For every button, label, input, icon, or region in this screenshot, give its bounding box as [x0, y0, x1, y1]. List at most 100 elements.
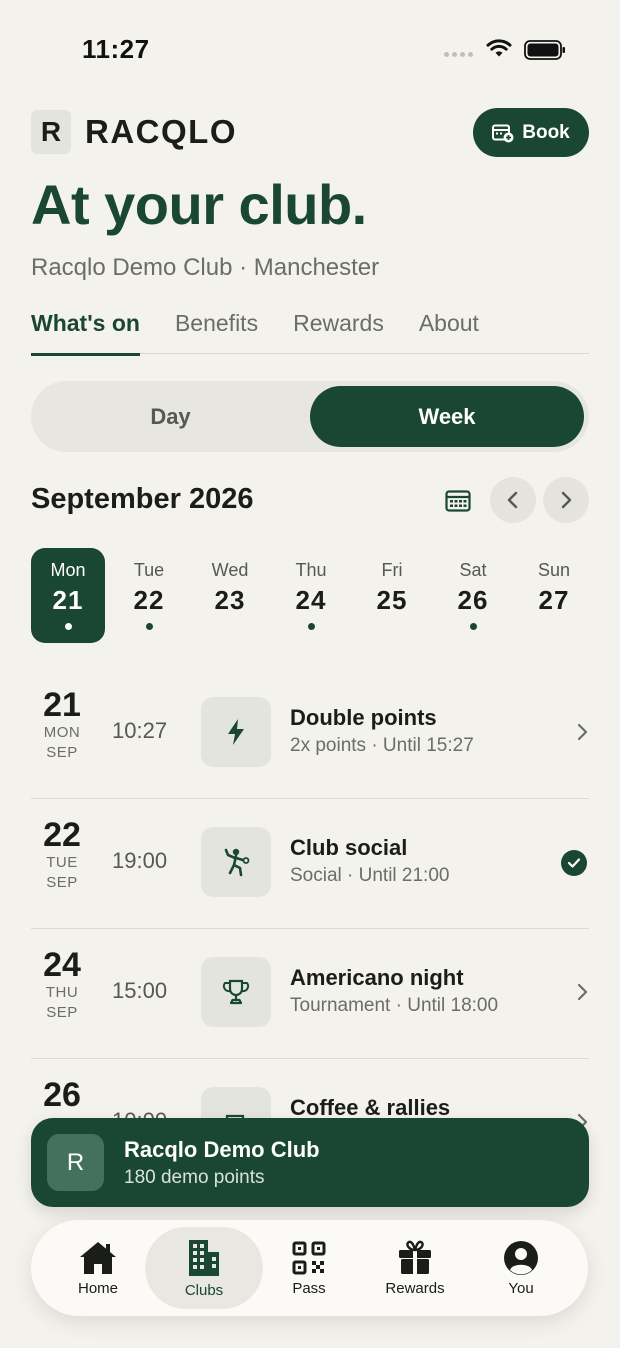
event-title: Americano night — [290, 965, 464, 990]
section-tabs: What's on Benefits Rewards About — [31, 310, 589, 356]
event-day: 26 — [43, 1076, 81, 1114]
logo-wordmark: RACQLO — [85, 113, 237, 150]
day-wed-23[interactable]: Wed 23 — [193, 548, 267, 643]
week-strip: Mon 21 Tue 22 Wed 23 Thu 24 Fri 25 Sat 2… — [31, 548, 591, 643]
home-icon — [80, 1241, 116, 1274]
tab-about[interactable]: About — [419, 310, 479, 354]
club-points: 180 demo points — [124, 1167, 265, 1188]
event-month: SEP — [46, 874, 78, 891]
event-date: 22 TUE SEP — [31, 817, 93, 893]
tabbar-rewards[interactable]: Rewards — [356, 1227, 474, 1309]
day-view-button[interactable]: Day — [31, 381, 310, 452]
day-name: Sun — [537, 560, 571, 580]
event-dot — [307, 623, 315, 630]
book-button[interactable]: Book — [473, 108, 589, 157]
day-number: 26 — [457, 585, 489, 615]
event-time: 10:27 — [112, 718, 168, 743]
logo-badge: R — [31, 110, 71, 154]
day-name: Thu — [295, 560, 327, 580]
event-row-americano-night[interactable]: 24 THU SEP 15:00 Americano night Tournam… — [31, 929, 589, 1059]
chevron-left-icon — [507, 491, 518, 509]
tabbar-label: Clubs — [184, 1281, 224, 1299]
event-month: SEP — [46, 744, 78, 761]
calendar-add-icon — [492, 124, 514, 142]
event-date: 21 MON SEP — [31, 687, 93, 763]
event-dot — [469, 623, 477, 630]
building-icon — [189, 1239, 219, 1276]
trophy-icon — [222, 979, 250, 1005]
chevron-right-icon — [577, 983, 588, 1001]
tabbar-clubs[interactable]: Clubs — [145, 1227, 263, 1309]
event-month: SEP — [46, 1004, 78, 1021]
event-weekday: THU — [45, 984, 79, 1001]
battery-icon — [524, 40, 565, 60]
day-tue-22[interactable]: Tue 22 — [112, 548, 186, 643]
club-name: Racqlo Demo Club — [124, 1137, 320, 1162]
wifi-icon — [486, 39, 512, 57]
day-number: 24 — [295, 585, 327, 615]
event-time: 19:00 — [112, 848, 168, 873]
day-name: Sat — [459, 560, 487, 580]
booked-check-icon — [561, 850, 587, 876]
page-title: At your club. — [31, 173, 367, 236]
event-day: 22 — [43, 816, 81, 854]
day-number: 25 — [376, 585, 408, 615]
signal-dots-icon — [444, 52, 473, 57]
chevron-right-icon — [561, 491, 572, 509]
view-toggle: Day Week — [31, 381, 589, 452]
day-sat-26[interactable]: Sat 26 — [436, 548, 510, 643]
event-row-double-points[interactable]: 21 MON SEP 10:27 Double points 2x points… — [31, 669, 589, 799]
club-location: Racqlo Demo Club · Manchester — [31, 254, 380, 281]
day-sun-27[interactable]: Sun 27 — [517, 548, 591, 643]
club-avatar: R — [47, 1134, 104, 1191]
day-number: 23 — [214, 585, 246, 615]
next-week-button[interactable] — [543, 477, 589, 523]
tabbar-pass[interactable]: Pass — [250, 1227, 368, 1309]
tabbar-label: Home — [77, 1279, 118, 1297]
lightning-icon — [228, 719, 244, 745]
event-icon-tile — [201, 697, 271, 767]
book-button-label: Book — [522, 121, 570, 143]
chevron-right-icon — [577, 723, 588, 741]
day-name: Tue — [133, 560, 165, 580]
person-icon — [504, 1240, 538, 1275]
day-name: Fri — [381, 560, 403, 580]
tab-whats-on[interactable]: What's on — [31, 310, 140, 356]
tab-benefits[interactable]: Benefits — [175, 310, 258, 354]
day-thu-24[interactable]: Thu 24 — [274, 548, 348, 643]
event-date: 24 THU SEP — [31, 947, 93, 1023]
calendar-icon[interactable] — [445, 489, 471, 513]
month-title: September 2026 — [31, 483, 254, 515]
event-date: 26 — [31, 1077, 93, 1113]
day-fri-25[interactable]: Fri 25 — [355, 548, 429, 643]
event-dot — [145, 623, 153, 630]
day-mon-21[interactable]: Mon 21 — [31, 548, 105, 643]
previous-week-button[interactable] — [490, 477, 536, 523]
tabbar-label: You — [508, 1279, 534, 1297]
day-number: 21 — [52, 585, 84, 615]
tabbar-label: Pass — [292, 1279, 326, 1297]
tabbar-label: Rewards — [385, 1279, 445, 1297]
event-weekday: MON — [43, 724, 81, 741]
gift-icon — [399, 1240, 431, 1274]
event-subtitle: 2x points · Until 15:27 — [290, 735, 474, 756]
day-number: 22 — [133, 585, 165, 615]
tabbar-you[interactable]: You — [462, 1227, 580, 1309]
day-name: Mon — [50, 560, 86, 580]
day-name: Wed — [211, 560, 249, 580]
event-icon-tile — [201, 957, 271, 1027]
tab-rewards[interactable]: Rewards — [293, 310, 384, 354]
week-view-button[interactable]: Week — [310, 386, 584, 447]
event-day: 21 — [43, 686, 81, 724]
event-icon-tile — [201, 827, 271, 897]
event-day: 24 — [43, 946, 81, 984]
event-row-club-social[interactable]: 22 TUE SEP 19:00 Club social Social · Un… — [31, 799, 589, 929]
tabbar-home[interactable]: Home — [39, 1227, 157, 1309]
qr-icon — [292, 1241, 326, 1274]
event-title: Club social — [290, 835, 408, 860]
event-title: Double points — [290, 705, 437, 730]
event-time: 15:00 — [112, 978, 168, 1003]
event-dot — [64, 623, 72, 630]
player-icon — [224, 848, 250, 877]
club-points-card[interactable]: R Racqlo Demo Club 180 demo points — [31, 1118, 589, 1207]
